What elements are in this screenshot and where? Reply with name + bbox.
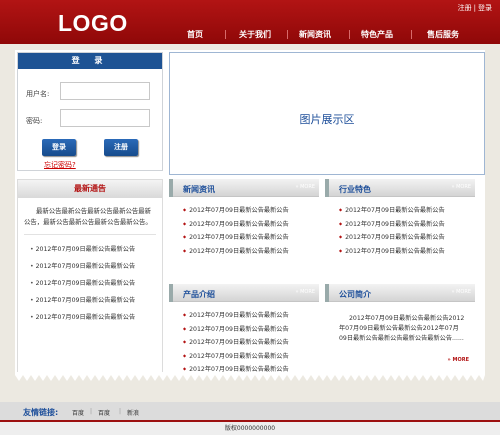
company-panel: 公司简介 » MORE 2012年07月09日最新公告最新公告2012年07月0… [325,284,475,364]
company-title: 公司简介 [339,290,371,299]
list-item[interactable]: 2012年07月09日最新公告最新公告 [339,245,475,259]
username-label: 用户名: [26,90,50,98]
news-panel: 新闻资讯 » MORE 2012年07月09日最新公告最新公告 2012年07月… [169,179,319,258]
image-gallery[interactable]: 图片展示区 [169,52,485,175]
list-item[interactable]: 2012年07月09日最新公告最新公告 [339,231,475,245]
products-panel: 产品介绍 » MORE 2012年07月09日最新公告最新公告 2012年07月… [169,284,319,377]
products-more-link[interactable]: » MORE [295,289,315,295]
list-item[interactable]: 2012年07月09日最新公告最新公告 [30,275,162,292]
list-item[interactable]: 2012年07月09日最新公告最新公告 [30,309,162,326]
gallery-label: 图片展示区 [299,113,355,126]
logo: LOGO [58,10,128,36]
news-list: 2012年07月09日最新公告最新公告 2012年07月09日最新公告最新公告 … [169,197,319,258]
more-label: MORE [300,184,315,190]
friend-link-divider: | [90,408,93,415]
nav-divider [411,30,412,39]
register-button[interactable]: 注册 [104,139,138,156]
top-links: 注册 | 登录 [457,4,492,12]
list-item[interactable]: 2012年07月09日最新公告最新公告 [30,241,162,258]
products-header: 产品介绍 » MORE [169,284,319,302]
list-item[interactable]: 2012年07月09日最新公告最新公告 [183,218,319,232]
copyright: 版权0000000000 [0,420,500,435]
industry-more-link[interactable]: » MORE [451,184,471,190]
header-tab [169,284,173,302]
header-tab [169,179,173,197]
list-item[interactable]: 2012年07月09日最新公告最新公告 [30,258,162,275]
notice-list: 2012年07月09日最新公告最新公告 2012年07月09日最新公告最新公告 … [18,235,162,326]
nav-divider [349,30,350,39]
news-more-link[interactable]: » MORE [295,184,315,190]
main-content: 登 录 用户名: 密码: 登录 注册 忘记密码? 图片展示区 最新通告 最新公告… [15,50,485,375]
forgot-password-link[interactable]: 忘记密码? [44,160,76,170]
main-nav: 首页 关于我们 新闻资讯 特色产品 售后服务 [170,29,495,41]
news-title: 新闻资讯 [183,185,215,194]
notice-title: 最新通告 [18,180,162,198]
nav-divider [225,30,226,39]
nav-news[interactable]: 新闻资讯 [299,29,331,40]
list-item[interactable]: 2012年07月09日最新公告最新公告 [183,231,319,245]
nav-service[interactable]: 售后服务 [427,29,459,40]
login-link[interactable]: 登录 [478,4,492,12]
notice-summary: 最新公告最新公告最新公告最新公告最新公告，最新公告最新公告最新公告最新公告。 [24,207,152,226]
login-button[interactable]: 登录 [42,139,76,156]
notice-panel: 最新通告 最新公告最新公告最新公告最新公告最新公告，最新公告最新公告最新公告最新… [17,179,163,375]
friend-link[interactable]: 百度 [72,408,84,417]
list-item[interactable]: 2012年07月09日最新公告最新公告 [339,204,475,218]
friend-link[interactable]: 百度 [98,408,110,417]
password-input[interactable] [60,109,150,127]
industry-title: 行业特色 [339,185,371,194]
industry-list: 2012年07月09日最新公告最新公告 2012年07月09日最新公告最新公告 … [325,197,475,258]
list-item[interactable]: 2012年07月09日最新公告最新公告 [183,323,319,337]
company-intro: 2012年07月09日最新公告最新公告2012年07月09日最新公告最新公告20… [339,315,465,342]
more-label: MORE [456,289,471,295]
nav-about[interactable]: 关于我们 [239,29,271,40]
more-label: MORE [452,357,470,363]
products-list: 2012年07月09日最新公告最新公告 2012年07月09日最新公告最新公告 … [169,302,319,377]
company-more-red-link[interactable]: » MORE [448,357,469,363]
nav-home[interactable]: 首页 [187,29,203,40]
list-item[interactable]: 2012年07月09日最新公告最新公告 [183,245,319,259]
more-label: MORE [300,289,315,295]
list-item[interactable]: 2012年07月09日最新公告最新公告 [183,350,319,364]
company-more-link[interactable]: » MORE [451,289,471,295]
products-title: 产品介绍 [183,290,215,299]
friend-link-divider: | [119,408,122,415]
more-label: MORE [456,184,471,190]
friend-link[interactable]: 新浪 [127,408,139,417]
username-input[interactable] [60,82,150,100]
friend-links-bar: 友情链接: 百度 | 百度 | 新浪 [0,402,500,420]
friend-links-label: 友情链接: [23,408,59,417]
password-label: 密码: [26,117,43,125]
register-link[interactable]: 注册 [458,4,472,12]
login-box: 登 录 用户名: 密码: 登录 注册 忘记密码? [17,52,163,171]
news-header: 新闻资讯 » MORE [169,179,319,197]
industry-panel: 行业特色 » MORE 2012年07月09日最新公告最新公告 2012年07月… [325,179,475,258]
login-title: 登 录 [18,53,162,69]
list-item[interactable]: 2012年07月09日最新公告最新公告 [183,204,319,218]
industry-header: 行业特色 » MORE [325,179,475,197]
header: LOGO 注册 | 登录 首页 关于我们 新闻资讯 特色产品 售后服务 [0,0,500,44]
list-item[interactable]: 2012年07月09日最新公告最新公告 [183,309,319,323]
nav-products[interactable]: 特色产品 [361,29,393,40]
company-header: 公司简介 » MORE [325,284,475,302]
list-item[interactable]: 2012年07月09日最新公告最新公告 [183,336,319,350]
nav-divider [287,30,288,39]
list-item[interactable]: 2012年07月09日最新公告最新公告 [339,218,475,232]
list-item[interactable]: 2012年07月09日最新公告最新公告 [30,292,162,309]
zigzag-edge [15,372,485,381]
header-tab [325,179,329,197]
header-tab [325,284,329,302]
